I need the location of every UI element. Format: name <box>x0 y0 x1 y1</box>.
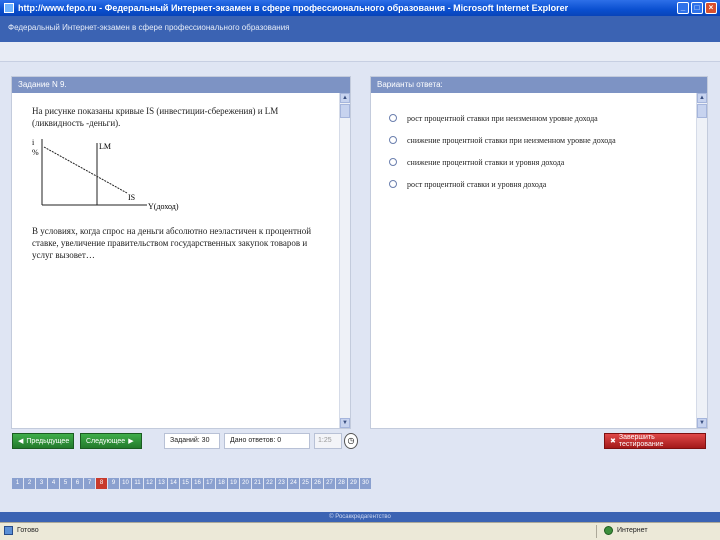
page-number-button[interactable]: 8 <box>96 478 107 489</box>
question-text-top: На рисунке показаны кривые IS (инвестици… <box>32 106 279 128</box>
answers-panel: Варианты ответа: рост процентной ставки … <box>370 76 708 429</box>
page-number-button[interactable]: 18 <box>216 478 227 489</box>
stop-icon: ✖ <box>610 438 616 445</box>
next-label: Следующее <box>86 437 126 445</box>
window-title: http://www.fepo.ru - Федеральный Интерне… <box>18 3 569 13</box>
header-stripe <box>0 42 720 62</box>
page-icon <box>4 526 13 535</box>
previous-button[interactable]: ◀ Предыдущее <box>12 433 74 449</box>
radio-button[interactable] <box>389 136 397 144</box>
previous-label: Предыдущее <box>26 437 70 445</box>
zone-text: Интернет <box>617 527 648 534</box>
globe-icon <box>604 526 613 535</box>
page-number-button[interactable]: 21 <box>252 478 263 489</box>
page-number-button[interactable]: 4 <box>48 478 59 489</box>
page-number-button[interactable]: 3 <box>36 478 47 489</box>
window-title-bar: http://www.fepo.ru - Федеральный Интерне… <box>0 0 720 16</box>
page-number-button[interactable]: 15 <box>180 478 191 489</box>
y-axis-label: i <box>32 138 35 147</box>
answer-option[interactable]: рост процентной ставки и уровня дохода <box>389 179 679 190</box>
app-header: Федеральный Интернет-экзамен в сфере про… <box>0 16 720 42</box>
answered-counter: Дано ответов: 0 <box>224 433 310 449</box>
page-number-button[interactable]: 9 <box>108 478 119 489</box>
close-button[interactable]: × <box>705 2 717 14</box>
page-number-button[interactable]: 11 <box>132 478 143 489</box>
scroll-up-icon[interactable]: ▲ <box>340 93 350 103</box>
page-number-button[interactable]: 22 <box>264 478 275 489</box>
status-text: Готово <box>17 527 39 534</box>
radio-button[interactable] <box>389 158 397 166</box>
scroll-down-icon[interactable]: ▼ <box>340 418 350 428</box>
answers-scrollbar[interactable]: ▲ ▼ <box>696 93 707 428</box>
status-separator <box>596 525 597 538</box>
page-number-button[interactable]: 23 <box>276 478 287 489</box>
is-label: IS <box>128 193 135 202</box>
status-bar: Готово Интернет <box>0 522 720 540</box>
page-number-button[interactable]: 7 <box>84 478 95 489</box>
task-pager: 1 2 3 4 5 6 7 8 9 10 11 12 13 14 15 16 17 18 19 20 21 22 23 24 2… <box>12 478 371 490</box>
scroll-thumb[interactable] <box>697 104 707 118</box>
site-title: Федеральный Интернет-экзамен в сфере про… <box>8 23 290 32</box>
finish-test-button[interactable]: ✖ Завершить тестирование <box>604 433 706 449</box>
total-tasks-counter: Заданий: 30 <box>164 433 220 449</box>
page-number-button[interactable]: 14 <box>168 478 179 489</box>
radio-button[interactable] <box>389 114 397 122</box>
arrow-left-icon: ◀ <box>18 438 24 445</box>
page-number-button[interactable]: 5 <box>60 478 71 489</box>
minimize-button[interactable]: _ <box>677 2 689 14</box>
clock-icon: ◷ <box>344 433 358 449</box>
radio-button[interactable] <box>389 180 397 188</box>
lm-label: LM <box>99 142 111 151</box>
page-number-button[interactable]: 26 <box>312 478 323 489</box>
page-number-button[interactable]: 25 <box>300 478 311 489</box>
question-scrollbar[interactable]: ▲ ▼ <box>339 93 350 428</box>
page-number-button[interactable]: 1 <box>12 478 23 489</box>
page-number-button[interactable]: 20 <box>240 478 251 489</box>
answer-text[interactable]: рост процентной ставки и уровня дохода <box>407 179 546 190</box>
page-number-button[interactable]: 16 <box>192 478 203 489</box>
question-text-bottom: В условиях, когда спрос на деньги абсолю… <box>32 226 312 260</box>
answer-option[interactable]: снижение процентной ставки при неизменно… <box>389 135 679 146</box>
answer-text[interactable]: снижение процентной ставки и уровня дохо… <box>407 157 564 168</box>
window-controls: _ □ × <box>677 2 717 14</box>
timer-display: 1:25 <box>314 433 342 449</box>
scroll-thumb[interactable] <box>340 104 350 118</box>
navigation-row: ◀ Предыдущее Следующее ▶ Заданий: 30 Дан… <box>0 433 720 453</box>
is-curve <box>43 146 128 194</box>
status-left: Готово <box>4 526 39 535</box>
x-axis-label: Y(доход) <box>148 202 179 211</box>
answer-option[interactable]: снижение процентной ставки и уровня дохо… <box>389 157 679 168</box>
page-number-button[interactable]: 27 <box>324 478 335 489</box>
scroll-down-icon[interactable]: ▼ <box>697 418 707 428</box>
answer-option[interactable]: рост процентной ставки при неизменном ур… <box>389 113 679 124</box>
finish-label: Завершить тестирование <box>618 434 664 448</box>
page-number-button[interactable]: 10 <box>120 478 131 489</box>
status-right: Интернет <box>604 526 648 535</box>
answer-list: рост процентной ставки при неизменном ур… <box>389 113 679 201</box>
ie-icon <box>4 3 14 13</box>
footer: © Росаккредагентство <box>0 512 720 522</box>
page-number-button[interactable]: 6 <box>72 478 83 489</box>
page-number-button[interactable]: 30 <box>360 478 371 489</box>
answer-text[interactable]: снижение процентной ставки при неизменно… <box>407 135 616 146</box>
page-number-button[interactable]: 29 <box>348 478 359 489</box>
browser-viewport: Федеральный Интернет-экзамен в сфере про… <box>0 16 720 522</box>
answer-text[interactable]: рост процентной ставки при неизменном ур… <box>407 113 598 124</box>
question-heading: Задание N 9. <box>12 77 350 93</box>
page-number-button[interactable]: 2 <box>24 478 35 489</box>
answers-heading: Варианты ответа: <box>371 77 707 93</box>
is-lm-graph: i % LM IS Y(доход) <box>32 138 179 211</box>
page-number-button[interactable]: 19 <box>228 478 239 489</box>
page-number-button[interactable]: 17 <box>204 478 215 489</box>
page-number-button[interactable]: 28 <box>336 478 347 489</box>
page-number-button[interactable]: 12 <box>144 478 155 489</box>
arrow-right-icon: ▶ <box>128 438 134 445</box>
y-axis-unit: % <box>32 148 39 157</box>
page-number-button[interactable]: 24 <box>288 478 299 489</box>
page-number-button[interactable]: 13 <box>156 478 167 489</box>
next-button[interactable]: Следующее ▶ <box>80 433 142 449</box>
scroll-up-icon[interactable]: ▲ <box>697 93 707 103</box>
maximize-button[interactable]: □ <box>691 2 703 14</box>
question-panel: Задание N 9. На рисунке показаны кривые … <box>11 76 351 429</box>
